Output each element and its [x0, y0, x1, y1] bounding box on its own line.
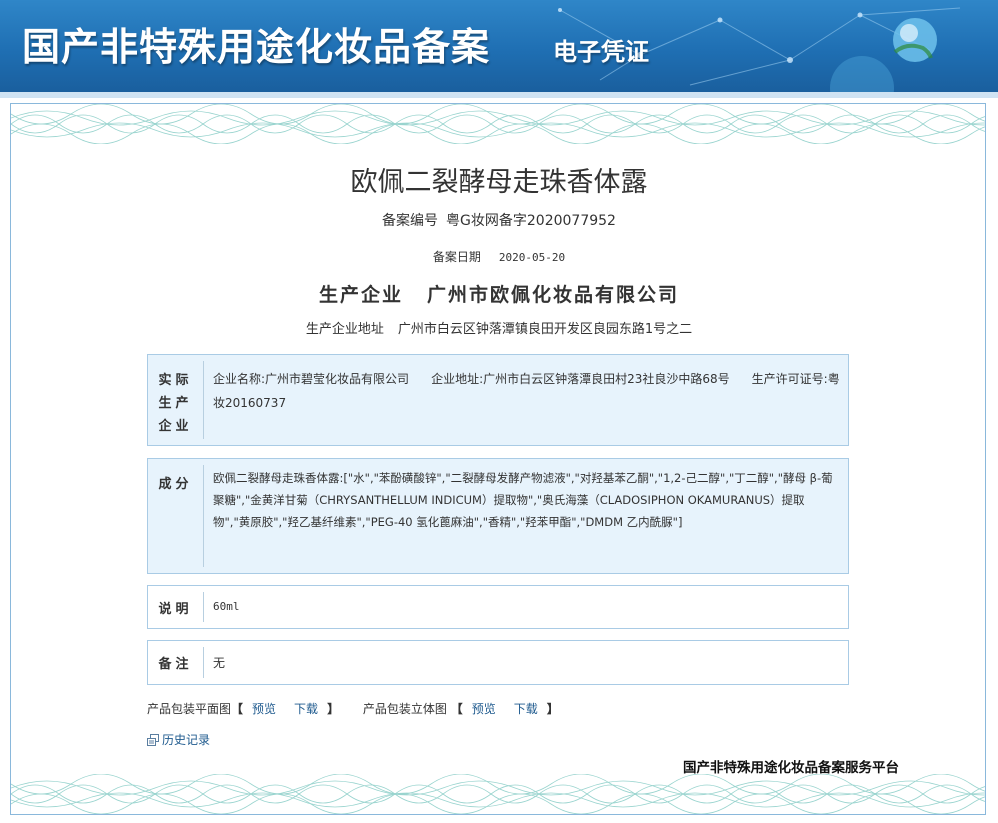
registration-label: 备案编号: [382, 213, 439, 229]
producer-address-label: 生产企业地址: [305, 322, 384, 337]
stereo-image-label: 产品包装立体图: [362, 702, 447, 716]
flat-image-label: 产品包装平面图: [147, 702, 232, 716]
stereo-download-link[interactable]: 下载: [514, 702, 538, 716]
stereo-preview-link[interactable]: 预览: [472, 702, 496, 716]
banner-subtitle: 电子凭证: [553, 37, 649, 66]
bracket-open: 【: [450, 702, 463, 716]
actual-producer-address: 广州市白云区钟落潭良田村23社良沙中路68号: [483, 372, 730, 386]
description-box: 说明 60ml: [147, 585, 849, 629]
actual-producer-content: 企业名称:广州市碧莹化妆品有限公司 企业地址:广州市白云区钟落潭良田村23社良沙中…: [204, 355, 848, 445]
header-banner: 国产非特殊用途化妆品备案 电子凭证: [0, 0, 998, 92]
date-line: 备案日期 2020-05-20: [0, 248, 998, 265]
bracket-close: 】: [546, 702, 559, 716]
bracket-close: 】: [327, 702, 340, 716]
actual-producer-label: 实际 生产 企业: [148, 361, 204, 439]
ingredients-label: 成分: [148, 465, 204, 567]
actual-producer-name-label: 企业名称:: [213, 372, 266, 386]
remarks-value: 无: [213, 655, 226, 670]
flat-preview-link[interactable]: 预览: [252, 702, 276, 716]
platform-name: 国产非特殊用途化妆品备案服务平台: [683, 760, 899, 776]
history-link[interactable]: 历史记录: [147, 731, 210, 748]
producer-address: 广州市白云区钟落潭镇良田开发区良园东路1号之二: [397, 322, 693, 337]
producer-address-line: 生产企业地址 广州市白云区钟落潭镇良田开发区良园东路1号之二: [0, 318, 998, 337]
license-label: 生产许可证号:: [751, 372, 828, 386]
guilloche-bottom-border: [11, 774, 985, 814]
bracket-open: 【: [231, 702, 244, 716]
banner-title: 国产非特殊用途化妆品备案: [22, 24, 491, 69]
package-image-links: 产品包装平面图【 预览 下载】 产品包装立体图 【预览 下载】: [147, 700, 579, 717]
registration-number: 粤G妆网备字2020077952: [446, 213, 616, 229]
registration-line: 备案编号 粤G妆网备字2020077952: [0, 210, 998, 230]
flat-download-link[interactable]: 下载: [294, 702, 318, 716]
producer-label: 生产企业: [318, 284, 403, 306]
description-label: 说明: [148, 592, 204, 622]
ingredients-text: 欧佩二裂酵母走珠香体露:["水","苯酚磺酸锌","二裂酵母发酵产物滤液","对…: [213, 471, 833, 529]
flat-image-group: 产品包装平面图【 预览 下载】: [147, 702, 343, 716]
stereo-image-group: 产品包装立体图 【预览 下载】: [363, 702, 559, 716]
actual-producer-name: 广州市碧莹化妆品有限公司: [265, 372, 410, 386]
product-name: 欧佩二裂酵母走珠香体露: [350, 167, 648, 198]
description-value: 60ml: [213, 600, 240, 613]
history-icon: [147, 733, 159, 746]
registration-date: 2020-05-20: [498, 251, 566, 264]
producer-name: 广州市欧佩化妆品有限公司: [427, 284, 680, 306]
actual-producer-box: 实际 生产 企业 企业名称:广州市碧莹化妆品有限公司 企业地址:广州市白云区钟落潭…: [147, 354, 849, 446]
ingredients-box: 成分 欧佩二裂酵母走珠香体露:["水","苯酚磺酸锌","二裂酵母发酵产物滤液"…: [147, 458, 849, 574]
remarks-box: 备注 无: [147, 640, 849, 685]
remarks-label: 备注: [148, 647, 204, 678]
date-label: 备案日期: [432, 250, 481, 264]
actual-producer-address-label: 企业地址:: [431, 372, 484, 386]
producer-line: 生产企业 广州市欧佩化妆品有限公司: [0, 280, 998, 307]
history-label: 历史记录: [162, 733, 211, 747]
banner-divider: [0, 92, 998, 98]
guilloche-top-border: [11, 104, 985, 144]
